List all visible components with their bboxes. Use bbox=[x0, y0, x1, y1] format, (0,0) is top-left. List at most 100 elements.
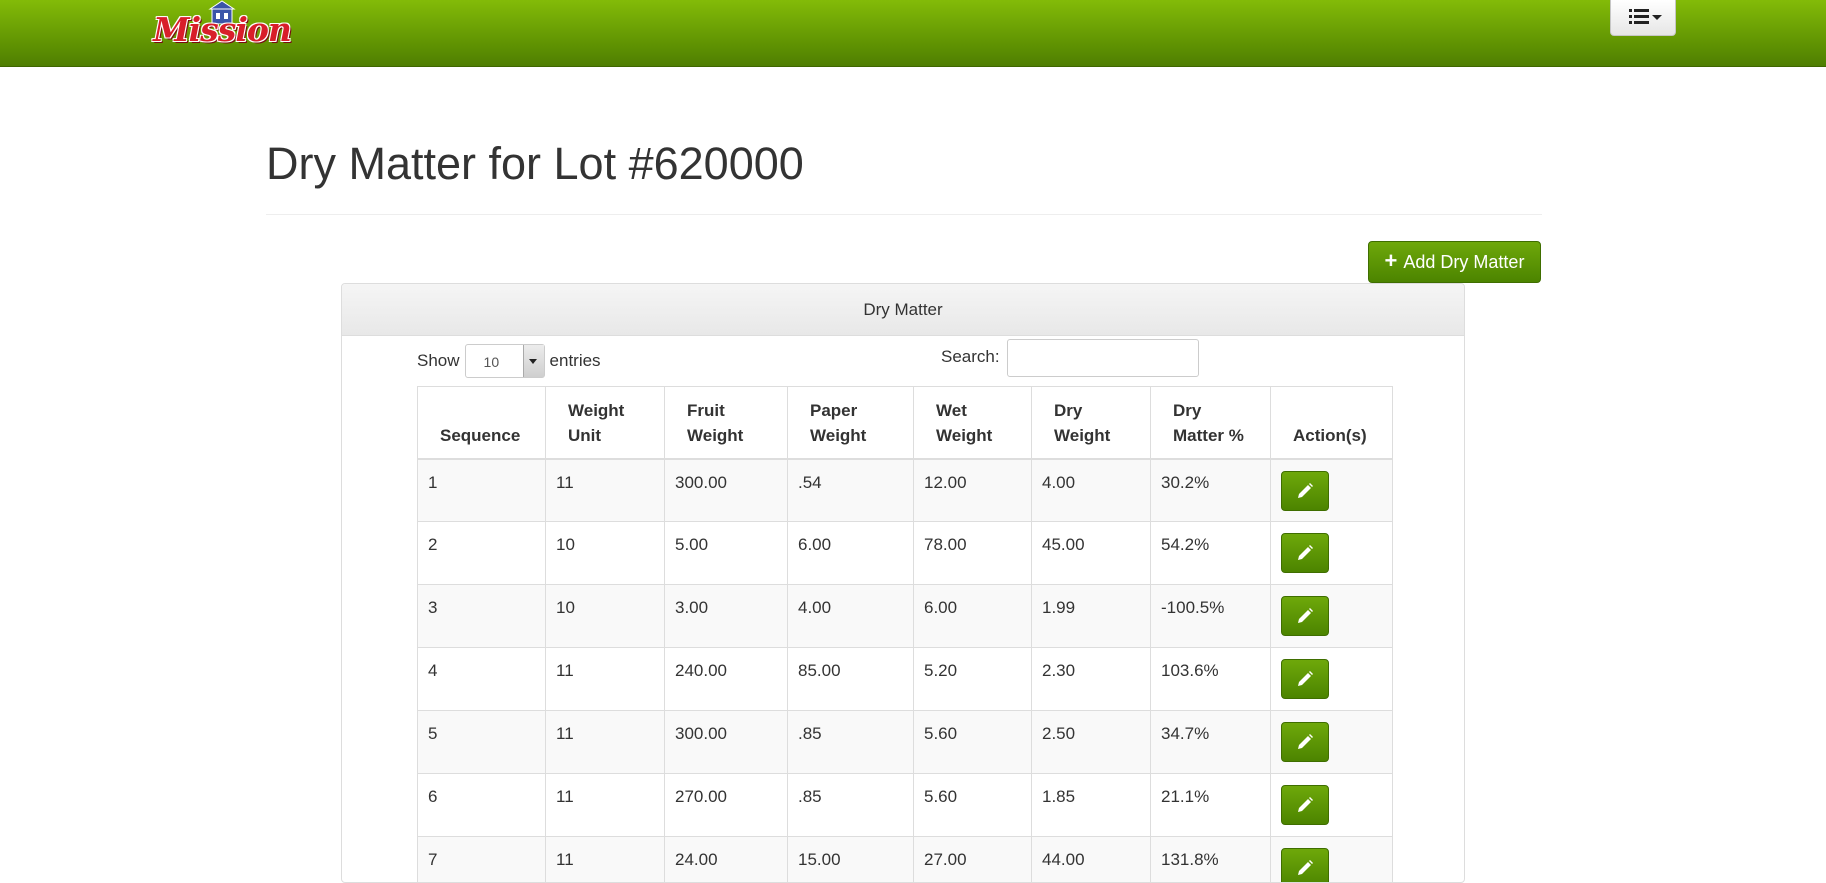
cell-paper-weight: .85 bbox=[788, 774, 914, 837]
column-header-wet-weight[interactable]: WetWeight bbox=[914, 387, 1032, 459]
search-label: Search: bbox=[941, 347, 1000, 367]
table-body: 111300.00.5412.004.0030.2%2105.006.0078.… bbox=[418, 459, 1393, 883]
edit-button[interactable] bbox=[1281, 533, 1329, 573]
cell-weight-unit: 10 bbox=[546, 522, 665, 585]
mission-logo[interactable]: Mission bbox=[148, 0, 296, 54]
edit-button[interactable] bbox=[1281, 596, 1329, 636]
page-title: Dry Matter for Lot #620000 bbox=[266, 138, 804, 190]
add-dry-matter-label: Add Dry Matter bbox=[1403, 252, 1524, 273]
column-header-label: Weight bbox=[568, 401, 624, 420]
cell-weight-unit: 11 bbox=[546, 711, 665, 774]
cell-fruit-weight: 300.00 bbox=[665, 459, 788, 522]
edit-button[interactable] bbox=[1281, 471, 1329, 511]
cell-fruit-weight: 5.00 bbox=[665, 522, 788, 585]
entries-select-value: 10 bbox=[484, 354, 500, 370]
column-header-fruit-weight[interactable]: Fruit Weight bbox=[665, 387, 788, 459]
plus-icon: + bbox=[1385, 250, 1398, 272]
edit-button[interactable] bbox=[1281, 659, 1329, 699]
cell-fruit-weight: 24.00 bbox=[665, 837, 788, 883]
cell-dry-matter-pct: 30.2% bbox=[1151, 459, 1271, 522]
cell-fruit-weight: 3.00 bbox=[665, 585, 788, 648]
show-label: Show bbox=[417, 351, 460, 371]
column-header-dry-matter-pct[interactable]: Dry Matter % bbox=[1151, 387, 1271, 459]
dry-matter-panel: Dry Matter Show 10 entries Search: Seque… bbox=[341, 283, 1465, 883]
column-header-weight-unit[interactable]: Weight Unit bbox=[546, 387, 665, 459]
column-header-label: Unit bbox=[568, 426, 601, 445]
table-row: 3103.004.006.001.99-100.5% bbox=[418, 585, 1393, 648]
cell-actions bbox=[1271, 585, 1393, 648]
cell-sequence: 1 bbox=[418, 459, 546, 522]
table-row: 511300.00.855.602.5034.7% bbox=[418, 711, 1393, 774]
cell-paper-weight: .54 bbox=[788, 459, 914, 522]
cell-fruit-weight: 300.00 bbox=[665, 711, 788, 774]
table-row: 71124.0015.0027.0044.00131.8% bbox=[418, 837, 1393, 883]
column-header-dry-weight[interactable]: DryWeight bbox=[1032, 387, 1151, 459]
pencil-icon bbox=[1296, 670, 1314, 688]
column-header-label: Fruit bbox=[687, 401, 725, 420]
cell-sequence: 6 bbox=[418, 774, 546, 837]
pencil-icon bbox=[1296, 544, 1314, 562]
column-header-label: Weight bbox=[687, 426, 743, 445]
cell-wet-weight: 78.00 bbox=[914, 522, 1032, 585]
cell-weight-unit: 11 bbox=[546, 648, 665, 711]
search-input[interactable] bbox=[1007, 339, 1199, 377]
cell-wet-weight: 27.00 bbox=[914, 837, 1032, 883]
cell-dry-weight: 45.00 bbox=[1032, 522, 1151, 585]
entries-select-arrow[interactable] bbox=[523, 345, 544, 377]
cell-sequence: 2 bbox=[418, 522, 546, 585]
cell-wet-weight: 6.00 bbox=[914, 585, 1032, 648]
cell-paper-weight: 85.00 bbox=[788, 648, 914, 711]
cell-sequence: 7 bbox=[418, 837, 546, 883]
panel-title: Dry Matter bbox=[863, 300, 942, 320]
cell-weight-unit: 11 bbox=[546, 774, 665, 837]
caret-down-icon bbox=[1652, 15, 1662, 20]
pencil-icon bbox=[1296, 733, 1314, 751]
column-header-label: Dry bbox=[1173, 401, 1201, 420]
entries-label: entries bbox=[550, 351, 601, 371]
column-header-label: Matter % bbox=[1173, 426, 1244, 445]
cell-dry-weight: 4.00 bbox=[1032, 459, 1151, 522]
cell-wet-weight: 12.00 bbox=[914, 459, 1032, 522]
cell-dry-weight: 1.85 bbox=[1032, 774, 1151, 837]
logo-wordmark: Mission bbox=[148, 10, 296, 49]
edit-button[interactable] bbox=[1281, 848, 1329, 883]
cell-sequence: 3 bbox=[418, 585, 546, 648]
table-header-row: SequenceWeightUnitFruitWeightPaperWeight… bbox=[418, 387, 1393, 459]
cell-actions bbox=[1271, 711, 1393, 774]
cell-fruit-weight: 270.00 bbox=[665, 774, 788, 837]
column-header-actions[interactable]: Action(s) bbox=[1271, 387, 1393, 459]
cell-sequence: 5 bbox=[418, 711, 546, 774]
table-row: 2105.006.0078.0045.0054.2% bbox=[418, 522, 1393, 585]
pencil-icon bbox=[1296, 607, 1314, 625]
column-header-label: Wet bbox=[936, 401, 967, 420]
cell-dry-matter-pct: 103.6% bbox=[1151, 648, 1271, 711]
cell-dry-weight: 1.99 bbox=[1032, 585, 1151, 648]
column-header-label: Action(s) bbox=[1293, 426, 1367, 445]
pencil-icon bbox=[1296, 859, 1314, 877]
cell-actions bbox=[1271, 774, 1393, 837]
main-menu-button[interactable] bbox=[1610, 0, 1676, 36]
dry-matter-table: SequenceWeightUnitFruitWeightPaperWeight… bbox=[417, 386, 1393, 883]
cell-dry-matter-pct: 54.2% bbox=[1151, 522, 1271, 585]
cell-dry-weight: 44.00 bbox=[1032, 837, 1151, 883]
cell-weight-unit: 10 bbox=[546, 585, 665, 648]
column-header-paper-weight[interactable]: PaperWeight bbox=[788, 387, 914, 459]
cell-sequence: 4 bbox=[418, 648, 546, 711]
column-header-sequence[interactable]: Sequence bbox=[418, 387, 546, 459]
cell-actions bbox=[1271, 648, 1393, 711]
cell-dry-weight: 2.50 bbox=[1032, 711, 1151, 774]
cell-fruit-weight: 240.00 bbox=[665, 648, 788, 711]
cell-wet-weight: 5.60 bbox=[914, 774, 1032, 837]
edit-button[interactable] bbox=[1281, 722, 1329, 762]
cell-dry-matter-pct: 34.7% bbox=[1151, 711, 1271, 774]
add-dry-matter-button[interactable]: + Add Dry Matter bbox=[1368, 241, 1541, 283]
column-header-label: Weight bbox=[810, 426, 866, 445]
cell-weight-unit: 11 bbox=[546, 837, 665, 883]
entries-select[interactable]: 10 bbox=[465, 344, 545, 378]
cell-actions bbox=[1271, 837, 1393, 883]
cell-dry-weight: 2.30 bbox=[1032, 648, 1151, 711]
cell-actions bbox=[1271, 522, 1393, 585]
cell-paper-weight: 6.00 bbox=[788, 522, 914, 585]
edit-button[interactable] bbox=[1281, 785, 1329, 825]
cell-dry-matter-pct: 131.8% bbox=[1151, 837, 1271, 883]
